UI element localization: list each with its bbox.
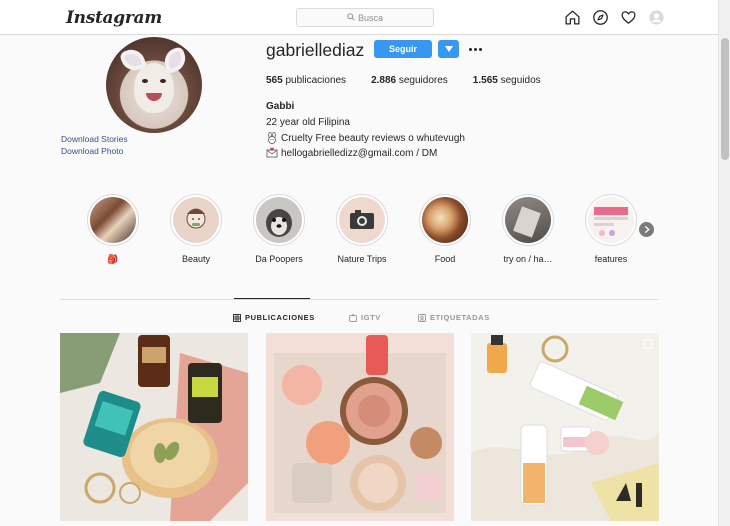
- highlight-cover: [505, 197, 551, 243]
- more-dots-icon: [478, 47, 482, 51]
- posts-count: 565 publicaciones: [266, 75, 347, 86]
- highlight-item[interactable]: 🎒: [78, 194, 148, 266]
- chevron-down-icon: [444, 46, 453, 52]
- bunny-emoji-icon: [266, 131, 278, 144]
- post-thumbnail[interactable]: [471, 333, 659, 521]
- home-icon[interactable]: [564, 9, 581, 26]
- more-options-button[interactable]: [466, 40, 484, 58]
- search-icon: [347, 12, 355, 23]
- multiple-posts-icon: [643, 339, 653, 349]
- tab-tagged[interactable]: ETIQUETADAS: [418, 313, 490, 322]
- avatar-eye: [142, 79, 148, 83]
- follow-button[interactable]: Seguir: [374, 40, 432, 58]
- scrollbar-thumb[interactable]: [721, 38, 729, 160]
- avatar-face: [134, 63, 174, 113]
- followers-count[interactable]: 2.886 seguidores: [371, 75, 448, 86]
- highlight-cover: [588, 197, 634, 243]
- suggestions-dropdown-button[interactable]: [438, 40, 459, 58]
- highlight-label: Nature Trips: [337, 254, 387, 264]
- active-tab-indicator: [234, 298, 310, 299]
- envelope-emoji-icon: [266, 147, 278, 159]
- highlight-cover: [422, 197, 468, 243]
- download-photo-link[interactable]: Download Photo: [61, 146, 123, 156]
- profile-username: gabriellediaz: [266, 40, 365, 60]
- igtv-icon: [349, 313, 357, 322]
- highlight-label: Beauty: [181, 254, 211, 264]
- highlights-next-button[interactable]: [639, 222, 654, 237]
- profile-icon[interactable]: [648, 9, 665, 26]
- bio-line: Cruelty Free beauty reviews o whutevugh: [266, 131, 465, 144]
- more-dots-icon: [473, 47, 477, 51]
- instagram-logo[interactable]: Instagram: [66, 8, 162, 28]
- page-scrollbar[interactable]: [718, 0, 730, 526]
- highlight-label: Food: [434, 254, 456, 264]
- chevron-right-icon: [644, 226, 650, 233]
- highlight-cover: [339, 197, 385, 243]
- tab-publications[interactable]: PUBLICACIONES: [233, 313, 315, 322]
- post-thumbnail[interactable]: [266, 333, 454, 521]
- highlight-cover: [173, 197, 219, 243]
- post-image: [471, 333, 659, 521]
- grid-icon: [233, 313, 241, 322]
- highlight-item[interactable]: Beauty: [161, 194, 231, 266]
- profile-stats: 565 publicaciones 2.886 seguidores 1.565…: [266, 75, 566, 86]
- highlight-item[interactable]: Nature Trips: [327, 194, 397, 266]
- more-dots-icon: [468, 47, 472, 51]
- top-navbar: Instagram Busca: [0, 0, 718, 35]
- highlight-label: try on / ha…: [503, 254, 553, 264]
- download-stories-link[interactable]: Download Stories: [61, 134, 128, 144]
- heart-icon[interactable]: [620, 9, 637, 26]
- tabs-divider: [60, 299, 658, 300]
- following-count[interactable]: 1.565 seguidos: [473, 75, 541, 86]
- bio-line: hellogabrielledizz@gmail.com / DM: [266, 147, 437, 159]
- search-input[interactable]: Busca: [296, 8, 434, 27]
- profile-avatar[interactable]: [106, 37, 202, 133]
- highlight-item[interactable]: Da Poopers: [244, 194, 314, 266]
- explore-icon[interactable]: [592, 9, 609, 26]
- highlight-item[interactable]: Food: [410, 194, 480, 266]
- highlight-label: Da Poopers: [255, 254, 303, 264]
- highlight-cover: [90, 197, 136, 243]
- post-image: [266, 333, 454, 521]
- bio-line: 22 year old Filipina: [266, 117, 350, 128]
- post-image: [60, 333, 248, 521]
- search-placeholder: Busca: [357, 12, 383, 23]
- highlight-label: 🎒: [107, 254, 119, 264]
- highlight-label: features: [594, 254, 628, 264]
- tag-person-icon: [418, 313, 426, 322]
- tab-igtv[interactable]: IGTV: [349, 313, 381, 322]
- profile-full-name: Gabbi: [266, 101, 295, 112]
- highlight-item[interactable]: try on / ha…: [493, 194, 563, 266]
- post-thumbnail[interactable]: [60, 333, 248, 521]
- highlight-cover: [256, 197, 302, 243]
- highlight-item[interactable]: features: [576, 194, 646, 266]
- avatar-eye: [160, 79, 166, 83]
